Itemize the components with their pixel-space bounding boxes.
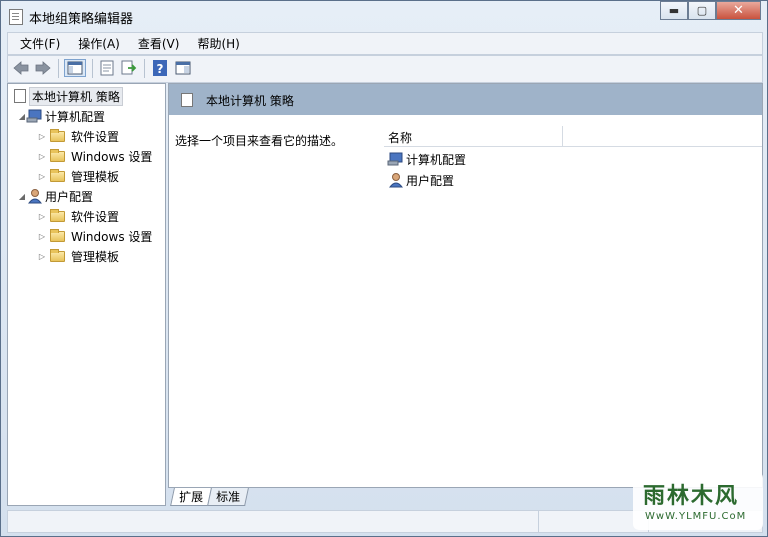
column-divider[interactable] <box>562 126 563 146</box>
folder-icon <box>50 168 65 182</box>
tree-node-software-settings[interactable]: ▷ 软件设置 <box>38 207 119 225</box>
main-window: 本地组策略编辑器 ▬ ▢ ✕ 文件(F) 操作(A) 查看(V) 帮助(H) ?… <box>0 0 768 537</box>
menu-bar: 文件(F) 操作(A) 查看(V) 帮助(H) <box>7 32 763 55</box>
tree-node-user-config[interactable]: ◢ 用户配置 <box>18 187 93 205</box>
column-header[interactable]: 名称 <box>384 126 762 147</box>
folder-icon <box>50 208 65 222</box>
toolbar: ? <box>7 55 763 83</box>
tree-node-windows-settings[interactable]: ▷ Windows 设置 <box>38 227 152 245</box>
folder-icon <box>50 248 65 262</box>
forward-icon[interactable] <box>34 59 52 77</box>
toolbar-separator <box>58 59 59 78</box>
details-header-title: 本地计算机 策略 <box>206 94 294 108</box>
tree-node-admin-templates[interactable]: ▷ 管理模板 <box>38 247 119 265</box>
expand-arrow-icon[interactable]: ◢ <box>18 112 26 121</box>
title-bar[interactable]: 本地组策略编辑器 ▬ ▢ ✕ <box>1 1 767 31</box>
expand-arrow-icon[interactable]: ▷ <box>38 132 46 141</box>
tree-root[interactable]: 本地计算机 策略 <box>14 86 123 106</box>
app-icon <box>9 9 23 25</box>
view-tabs: 扩展 标准 <box>170 488 249 506</box>
properties-icon[interactable] <box>98 59 116 77</box>
close-button[interactable]: ✕ <box>716 1 761 20</box>
expand-arrow-icon[interactable]: ▷ <box>38 212 46 221</box>
toolbar-separator <box>92 59 93 78</box>
menu-help[interactable]: 帮助(H) <box>185 35 245 52</box>
window-controls: ▬ ▢ ✕ <box>660 1 761 21</box>
computer-config-icon <box>26 109 42 123</box>
list-item-user-config[interactable]: 用户配置 <box>387 171 454 189</box>
maximize-button[interactable]: ▢ <box>688 1 716 20</box>
tab-standard[interactable]: 标准 <box>207 488 249 506</box>
watermark-url: WwW.YLMFU.CoM <box>645 511 747 522</box>
menu-action[interactable]: 操作(A) <box>66 35 126 52</box>
window-title: 本地组策略编辑器 <box>29 12 134 27</box>
computer-config-icon <box>387 152 403 166</box>
expand-arrow-icon[interactable]: ▷ <box>38 152 46 161</box>
minimize-button[interactable]: ▬ <box>660 1 688 20</box>
export-list-icon[interactable] <box>120 59 138 77</box>
svg-text:?: ? <box>157 62 164 76</box>
navigation-tree: 本地计算机 策略 ◢ 计算机配置 ▷ 软件设置 ▷ Windows 设置 ▷ 管… <box>7 83 166 506</box>
tree-node-windows-settings[interactable]: ▷ Windows 设置 <box>38 147 152 165</box>
tree-node-computer-config[interactable]: ◢ 计算机配置 <box>18 107 105 125</box>
help-icon[interactable]: ? <box>151 59 169 77</box>
user-config-icon <box>388 173 403 188</box>
folder-icon <box>50 128 65 142</box>
back-icon[interactable] <box>12 59 30 77</box>
column-name-label: 名称 <box>388 131 413 145</box>
description-text: 选择一个项目来查看它的描述。 <box>175 134 344 148</box>
folder-icon <box>50 228 65 242</box>
watermark-title: 雨林木风 <box>643 483 740 509</box>
details-header: 本地计算机 策略 <box>169 84 762 115</box>
watermark-logo: 雨林木风 WwW.YLMFU.CoM <box>633 472 763 530</box>
policy-document-icon <box>14 89 26 103</box>
details-pane: 本地计算机 策略 选择一个项目来查看它的描述。 名称 计算机配置 用户配置 <box>168 83 763 488</box>
tab-extended[interactable]: 扩展 <box>170 488 212 506</box>
tree-node-software-settings[interactable]: ▷ 软件设置 <box>38 127 119 145</box>
menu-file[interactable]: 文件(F) <box>8 35 66 52</box>
expand-arrow-icon[interactable]: ▷ <box>38 172 46 181</box>
expand-arrow-icon[interactable]: ▷ <box>38 252 46 261</box>
policy-document-icon <box>181 93 193 107</box>
status-divider <box>538 511 539 532</box>
tree-node-admin-templates[interactable]: ▷ 管理模板 <box>38 167 119 185</box>
show-hide-tree-icon[interactable] <box>64 59 86 77</box>
show-hide-action-pane-icon[interactable] <box>174 59 192 77</box>
expand-arrow-icon[interactable]: ◢ <box>18 192 26 201</box>
user-config-icon <box>27 189 42 204</box>
expand-arrow-icon[interactable]: ▷ <box>38 232 46 241</box>
list-item-computer-config[interactable]: 计算机配置 <box>387 150 466 168</box>
menu-view[interactable]: 查看(V) <box>126 35 186 52</box>
folder-icon <box>50 148 65 162</box>
toolbar-separator <box>144 59 145 78</box>
